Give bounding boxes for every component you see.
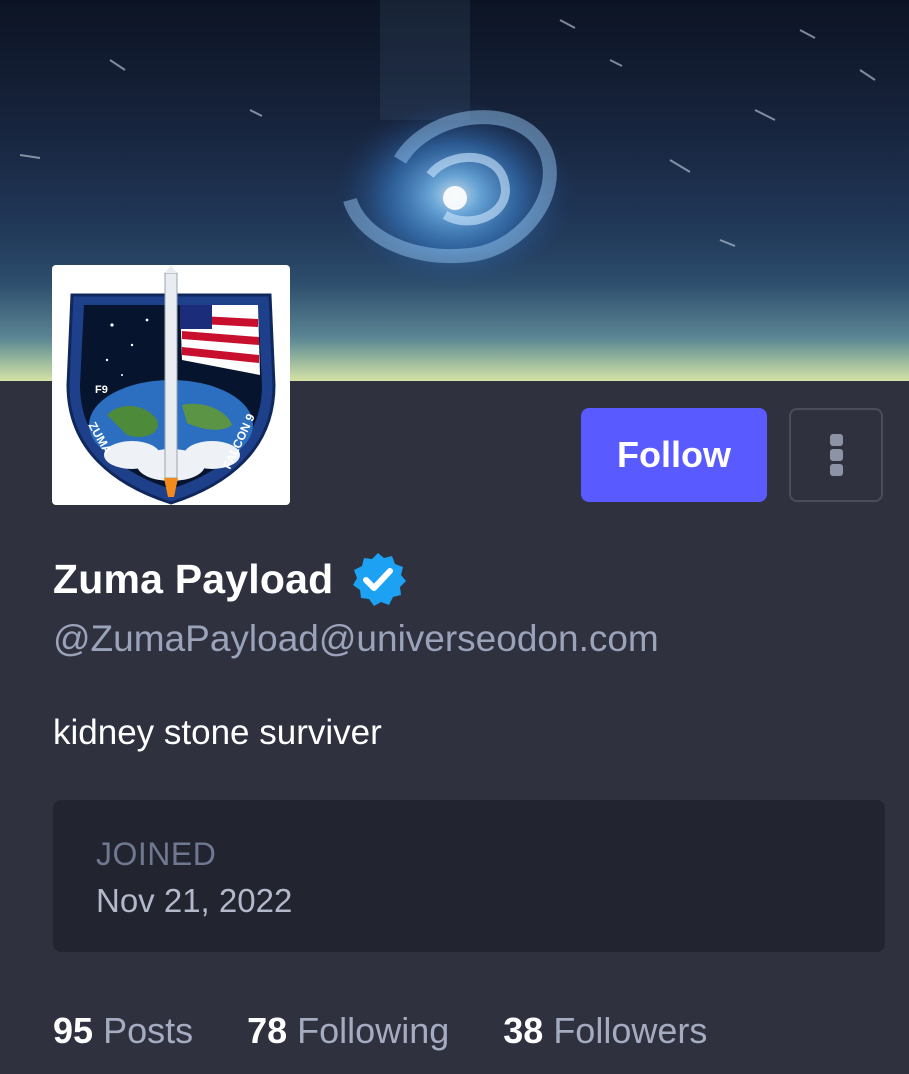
- display-name-row: Zuma Payload: [53, 550, 407, 608]
- avatar-mission-patch-image: F9 ZUMA FALCON 9: [66, 265, 276, 505]
- joined-label: JOINED: [96, 836, 217, 872]
- profile-bio: kidney stone surviver: [53, 713, 382, 752]
- follow-button[interactable]: Follow: [581, 408, 767, 502]
- display-name: Zuma Payload: [53, 555, 334, 602]
- avatar[interactable]: F9 ZUMA FALCON 9: [52, 265, 290, 505]
- following-count: 78: [247, 1010, 288, 1051]
- posts-count: 95: [53, 1010, 94, 1051]
- followers-count: 38: [503, 1010, 544, 1051]
- followers-label: Followers: [553, 1010, 708, 1051]
- account-handle: @ZumaPayload@universeodon.com: [53, 618, 659, 659]
- posts-stat[interactable]: 95 Posts: [53, 1010, 193, 1052]
- following-stat[interactable]: 78 Following: [247, 1010, 449, 1052]
- posts-label: Posts: [103, 1010, 194, 1051]
- verified-badge-icon: [349, 550, 407, 608]
- followers-stat[interactable]: 38 Followers: [503, 1010, 707, 1052]
- joined-date: Nov 21, 2022: [96, 882, 293, 919]
- profile-stats: 95 Posts 78 Following 38 Followers: [53, 1010, 707, 1052]
- joined-card: JOINED Nov 21, 2022: [53, 800, 885, 952]
- more-options-button[interactable]: [789, 408, 883, 502]
- following-label: Following: [297, 1010, 450, 1051]
- profile-page: F9 ZUMA FALCON 9 Follow Zuma Payload @Zu…: [0, 0, 909, 1074]
- more-vertical-icon: [829, 434, 843, 476]
- svg-text:F9: F9: [95, 384, 108, 396]
